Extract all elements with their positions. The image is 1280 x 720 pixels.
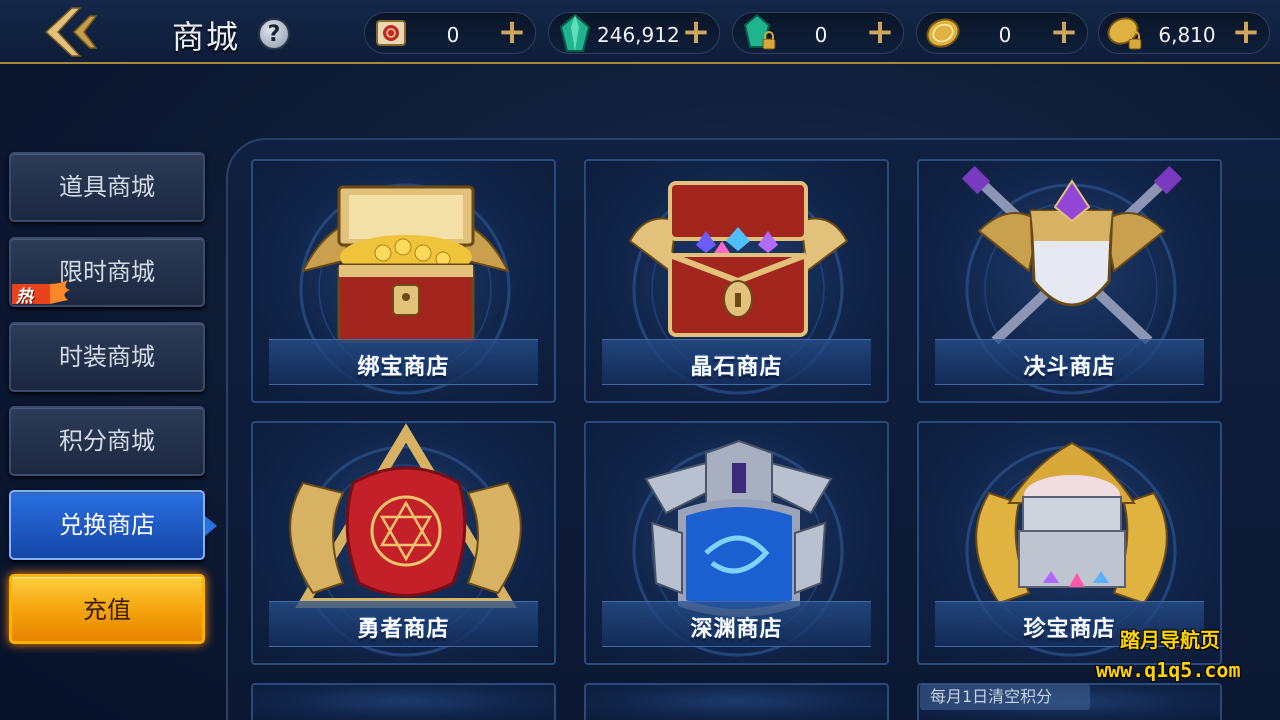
currency-bound-gold: 6,810 + [1098, 12, 1270, 54]
shop-label: 决斗商店 [1023, 355, 1116, 380]
page-title: 商城 [172, 18, 241, 56]
shop-card-crystal[interactable]: 晶石商店 [584, 159, 889, 403]
recharge-button[interactable]: 充值 [9, 574, 205, 644]
gold-coin-icon [921, 11, 965, 55]
currency-crystal: 246,912 + [548, 12, 720, 54]
shop-label: 勇者商店 [357, 617, 450, 642]
sidebar-item-exchange-shop[interactable]: 兑换商店 [9, 490, 217, 560]
add-scroll-button[interactable]: + [497, 15, 527, 49]
shop-card-abyss[interactable]: 深渊商店 [584, 421, 889, 665]
add-bound-gold-button[interactable]: + [1231, 15, 1261, 49]
shop-card-partial[interactable] [251, 683, 556, 720]
sidebar-item-label: 兑换商店 [59, 511, 155, 539]
sidebar-item-points-mall[interactable]: 积分商城 [9, 406, 205, 476]
watermark-title: 踏月导航页 [1120, 628, 1220, 652]
currency-gold: 0 + [916, 12, 1088, 54]
active-indicator-arrow-icon [205, 516, 217, 536]
monthly-reset-note: 每月1日清空积分 [920, 684, 1090, 710]
top-bar: 商城 ? 0 + 246,912 + 0 + 0 + 6,810 + [0, 0, 1280, 64]
currency-scroll: 0 + [364, 12, 536, 54]
add-crystal-button[interactable]: + [681, 15, 711, 49]
sidebar-item-fashion-mall[interactable]: 时装商城 [9, 322, 205, 392]
add-gold-button[interactable]: + [1049, 15, 1079, 49]
shop-card-partial[interactable] [584, 683, 889, 720]
currency-value: 246,912 [597, 23, 680, 47]
help-icon[interactable]: ? [258, 18, 290, 50]
add-bound-crystal-button[interactable]: + [865, 15, 895, 49]
currency-value: 0 [814, 23, 828, 47]
watermark-url: www.q1q5.com [1096, 658, 1241, 682]
currency-value: 0 [998, 23, 1012, 47]
hot-badge: 热 [10, 280, 72, 308]
back-arrow-icon[interactable] [40, 6, 106, 58]
currency-value: 0 [446, 23, 460, 47]
shop-card-bound-treasure[interactable]: 绑宝商店 [251, 159, 556, 403]
sidebar-item-props-mall[interactable]: 道具商城 [9, 152, 205, 222]
hot-badge-label: 热 [16, 287, 33, 307]
shop-label: 晶石商店 [690, 355, 783, 380]
bound-crystal-icon [737, 11, 781, 55]
currency-value: 6,810 [1158, 23, 1216, 47]
shop-label: 深渊商店 [690, 617, 783, 642]
crystal-icon [553, 11, 597, 55]
shop-label: 绑宝商店 [357, 355, 450, 380]
bound-gold-coin-icon [1103, 11, 1147, 55]
shop-card-duel[interactable]: 决斗商店 [917, 159, 1222, 403]
currency-bound-crystal: 0 + [732, 12, 904, 54]
scroll-ticket-icon [369, 11, 413, 55]
shop-card-hero[interactable]: 勇者商店 [251, 421, 556, 665]
